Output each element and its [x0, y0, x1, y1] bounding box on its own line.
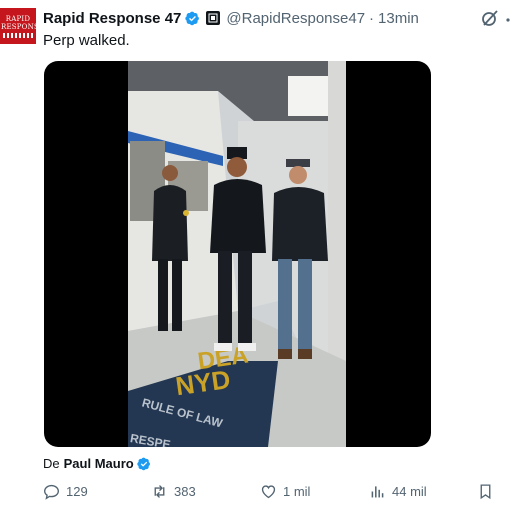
post-video[interactable]: DEA NYD RULE OF LAW RESPE [44, 61, 431, 447]
repost-count: 383 [174, 483, 196, 499]
post-text: Perp walked. [43, 32, 130, 49]
repost-button[interactable]: 383 [151, 481, 196, 501]
post-time[interactable]: 13min [378, 10, 419, 27]
video-frame: DEA NYD RULE OF LAW RESPE [128, 61, 346, 447]
video-scene: DEA NYD RULE OF LAW RESPE [128, 61, 346, 447]
post-header: Rapid Response 47 @RapidResponse47 · 13m… [43, 8, 419, 28]
affiliation-badge-icon[interactable] [206, 11, 221, 25]
author-handle[interactable]: @RapidResponse47 [226, 10, 365, 27]
reply-button[interactable]: 129 [43, 481, 88, 501]
reply-icon [44, 484, 59, 500]
avatar[interactable]: RAPID RESPONSE [0, 8, 45, 44]
attribution-prefix: De [43, 456, 60, 471]
repost-icon [154, 484, 165, 498]
views-count: 44 mil [392, 483, 427, 499]
author-name[interactable]: Rapid Response 47 [43, 10, 181, 27]
avatar-text: RAPID RESPONSE [1, 14, 45, 31]
affiliation-emblem-icon [208, 13, 218, 23]
time-separator: · [369, 9, 375, 27]
views-button[interactable]: 44 mil [369, 481, 427, 501]
reply-count: 129 [66, 483, 88, 499]
bookmark-button[interactable] [477, 481, 500, 501]
attribution-name[interactable]: Paul Mauro [64, 456, 134, 471]
more-icon[interactable] [504, 10, 512, 30]
views-icon [371, 485, 384, 497]
like-count: 1 mil [283, 483, 311, 499]
verified-badge-icon [185, 11, 200, 25]
verified-badge-icon [137, 457, 150, 470]
grok-icon[interactable] [480, 8, 500, 28]
video-attribution: De Paul Mauro [43, 456, 151, 471]
avatar-decoration [3, 32, 33, 38]
like-icon [261, 484, 276, 498]
like-button[interactable]: 1 mil [260, 481, 310, 501]
bookmark-icon [480, 483, 491, 499]
